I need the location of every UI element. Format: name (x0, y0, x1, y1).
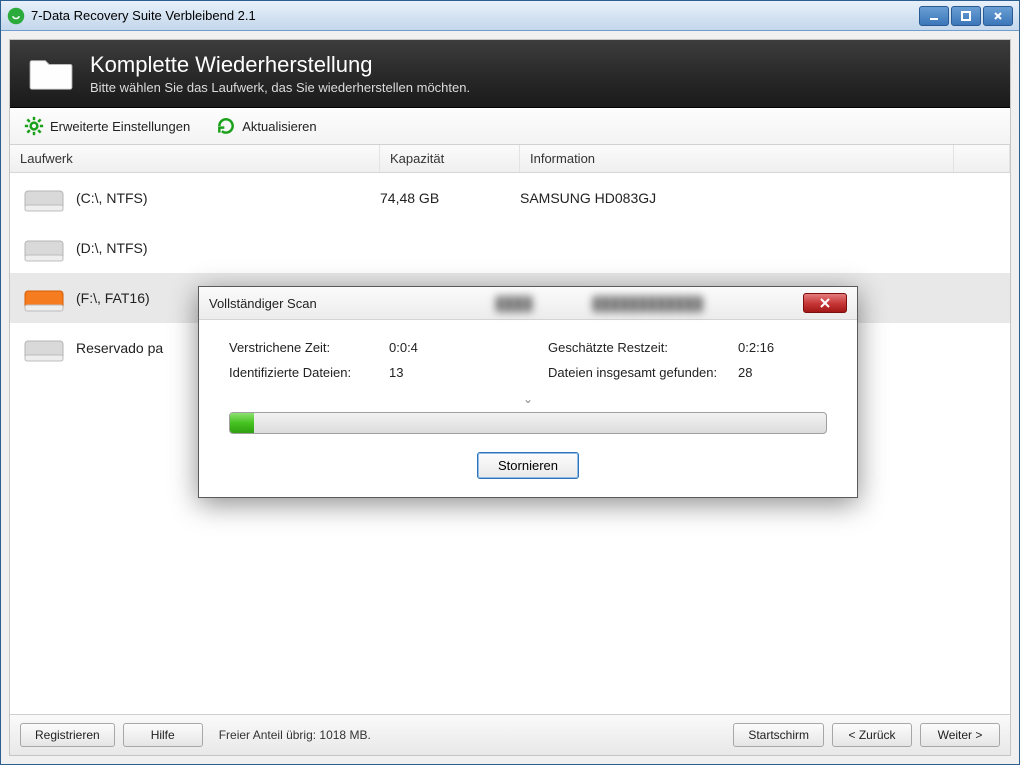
help-button[interactable]: Hilfe (123, 723, 203, 747)
drive-icon (24, 333, 64, 363)
drive-icon (24, 233, 64, 263)
drive-row[interactable]: (D:\, NTFS) (10, 223, 1010, 273)
refresh-icon (216, 116, 236, 136)
col-drive[interactable]: Laufwerk (10, 145, 380, 172)
refresh-button[interactable]: Aktualisieren (216, 116, 316, 136)
advanced-settings-label: Erweiterte Einstellungen (50, 119, 190, 134)
window-controls (919, 6, 1013, 26)
next-button[interactable]: Weiter > (920, 723, 1000, 747)
cancel-button[interactable]: Stornieren (477, 452, 579, 479)
close-icon (819, 298, 831, 308)
app-icon (7, 7, 25, 25)
drive-label: (F:\, FAT16) (76, 290, 150, 306)
content: Komplette Wiederherstellung Bitte wählen… (9, 39, 1011, 756)
titlebar: 7-Data Recovery Suite Verbleibend 2.1 (1, 1, 1019, 31)
blurred-text: ████████████ (592, 296, 703, 311)
hero-subtitle: Bitte wählen Sie das Laufwerk, das Sie w… (90, 80, 470, 95)
drive-label: Reservado pa (76, 340, 163, 356)
dialog-body: Verstrichene Zeit: 0:0:4 Identifizierte … (199, 320, 857, 497)
refresh-label: Aktualisieren (242, 119, 316, 134)
identified-value: 13 (389, 365, 403, 380)
total-label: Dateien insgesamt gefunden: (548, 365, 738, 380)
minimize-button[interactable] (919, 6, 949, 26)
drive-label: (D:\, NTFS) (76, 240, 148, 256)
elapsed-value: 0:0:4 (389, 340, 418, 355)
bottom-bar: Registrieren Hilfe Freier Anteil übrig: … (10, 714, 1010, 755)
gear-icon (24, 116, 44, 136)
stats: Verstrichene Zeit: 0:0:4 Identifizierte … (229, 340, 827, 390)
dialog-title: Vollständiger Scan (209, 296, 496, 311)
drive-icon (24, 283, 64, 313)
hero-title: Komplette Wiederherstellung (90, 52, 470, 78)
free-space-status: Freier Anteil übrig: 1018 MB. (219, 728, 726, 742)
drive-capacity: 74,48 GB (380, 190, 520, 206)
scan-dialog: Vollständiger Scan ████ ████████████ Ver… (198, 286, 858, 498)
col-capacity[interactable]: Kapazität (380, 145, 520, 172)
dialog-titlebar: Vollständiger Scan ████ ████████████ (199, 287, 857, 320)
progress-fill (230, 413, 254, 433)
drive-info: SAMSUNG HD083GJ (520, 190, 1002, 206)
window-title: 7-Data Recovery Suite Verbleibend 2.1 (31, 8, 919, 23)
blurred-text: ████ (496, 296, 533, 311)
hero: Komplette Wiederherstellung Bitte wählen… (10, 40, 1010, 108)
total-value: 28 (738, 365, 752, 380)
advanced-settings-button[interactable]: Erweiterte Einstellungen (24, 116, 190, 136)
expand-chevron-icon[interactable]: ⌄ (229, 392, 827, 406)
col-info[interactable]: Information (520, 145, 954, 172)
remaining-label: Geschätzte Restzeit: (548, 340, 738, 355)
toolbar: Erweiterte Einstellungen Aktualisieren (10, 108, 1010, 145)
elapsed-label: Verstrichene Zeit: (229, 340, 389, 355)
folder-icon (28, 55, 74, 93)
home-button[interactable]: Startschirm (733, 723, 824, 747)
table-header: Laufwerk Kapazität Information (10, 145, 1010, 173)
back-button[interactable]: < Zurück (832, 723, 912, 747)
app-window: 7-Data Recovery Suite Verbleibend 2.1 Ko… (0, 0, 1020, 765)
drive-row[interactable]: (C:\, NTFS) 74,48 GBSAMSUNG HD083GJ (10, 173, 1010, 223)
drive-icon (24, 183, 64, 213)
col-spacer (954, 145, 1010, 172)
close-button[interactable] (983, 6, 1013, 26)
drive-label: (C:\, NTFS) (76, 190, 148, 206)
dialog-close-button[interactable] (803, 293, 847, 313)
remaining-value: 0:2:16 (738, 340, 774, 355)
register-button[interactable]: Registrieren (20, 723, 115, 747)
identified-label: Identifizierte Dateien: (229, 365, 389, 380)
maximize-button[interactable] (951, 6, 981, 26)
progress-bar (229, 412, 827, 434)
